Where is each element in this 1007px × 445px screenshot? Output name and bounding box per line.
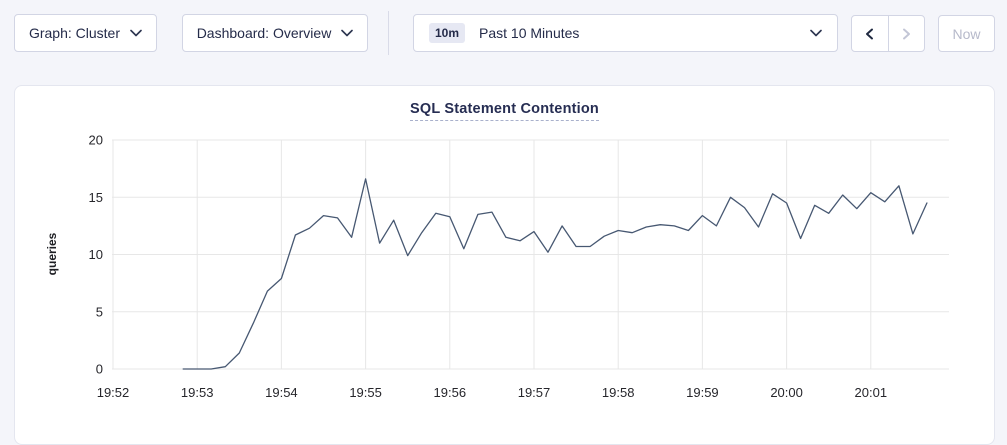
metrics-page: { "toolbar": { "graph_dropdown": { "labe…	[0, 0, 1007, 432]
graph-dropdown[interactable]: Graph: Cluster	[14, 14, 157, 52]
x-tick-label: 19:58	[602, 385, 635, 400]
y-tick-label: 0	[96, 362, 103, 377]
previous-time-button[interactable]	[852, 16, 889, 51]
time-step-buttons	[851, 15, 925, 52]
time-range-dropdown[interactable]: 10m Past 10 Minutes	[413, 14, 838, 52]
next-time-button[interactable]	[889, 16, 925, 51]
y-tick-label: 20	[89, 133, 103, 148]
x-tick-label: 19:55	[349, 385, 382, 400]
now-button[interactable]: Now	[938, 15, 995, 52]
x-tick-label: 19:54	[265, 385, 298, 400]
chevron-left-icon	[863, 27, 877, 41]
chevron-right-icon	[899, 27, 913, 41]
x-tick-label: 20:01	[855, 385, 888, 400]
x-tick-label: 19:59	[686, 385, 719, 400]
x-tick-label: 19:52	[97, 385, 130, 400]
x-tick-label: 19:57	[518, 385, 551, 400]
x-tick-label: 19:56	[434, 385, 467, 400]
chart-panel: 0 5 10 15 20 19:52 19:53 19:54 19:55 19:56 19:57 19…	[14, 85, 995, 445]
contention-line	[183, 179, 927, 369]
chart-title[interactable]: SQL Statement Contention	[410, 101, 599, 121]
y-tick-label: 10	[89, 247, 103, 262]
chart-title-wrap: SQL Statement Contention	[15, 100, 994, 121]
chevron-down-icon	[341, 29, 353, 37]
time-range-label: Past 10 Minutes	[479, 25, 579, 41]
contention-chart[interactable]: 0 5 10 15 20 19:52 19:53 19:54 19:55 19:56 19:57 19…	[15, 86, 996, 433]
x-tick-label: 19:53	[181, 385, 214, 400]
x-tick-label: 20:00	[770, 385, 803, 400]
time-range-badge: 10m	[429, 23, 465, 43]
dashboard-dropdown[interactable]: Dashboard: Overview	[182, 14, 368, 52]
dashboard-dropdown-label: Dashboard: Overview	[197, 25, 332, 41]
chevron-down-icon	[130, 29, 142, 37]
graph-dropdown-label: Graph: Cluster	[29, 25, 120, 41]
toolbar-divider	[388, 11, 389, 55]
y-tick-label: 15	[89, 190, 103, 205]
chevron-down-icon	[810, 29, 822, 37]
y-tick-label: 5	[96, 304, 103, 319]
y-axis-label: queries	[45, 232, 59, 275]
now-button-label: Now	[952, 26, 980, 42]
